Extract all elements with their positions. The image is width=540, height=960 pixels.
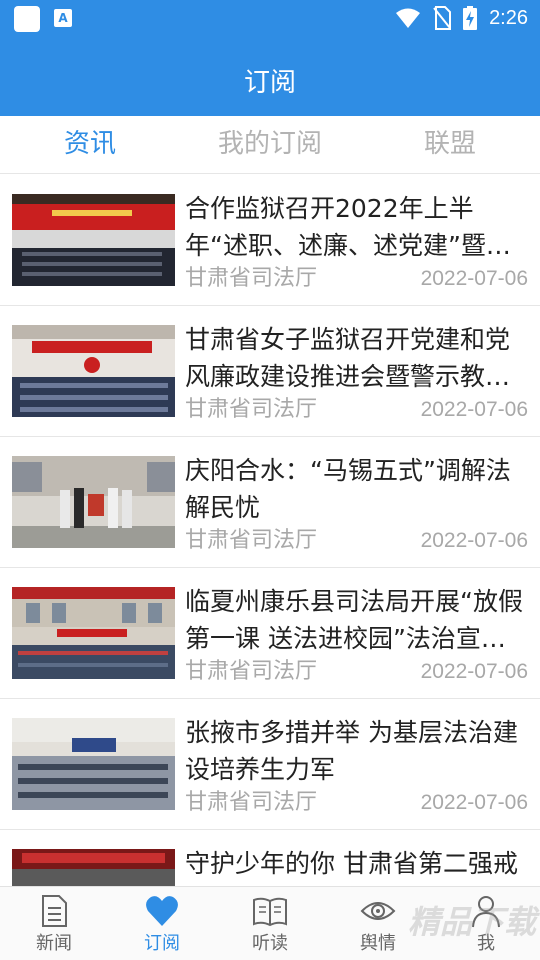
article-date: 2022-07-06 [420, 267, 528, 290]
article-date: 2022-07-06 [420, 791, 528, 814]
article-title: 守护少年的你 甘肃省第二强戒 [185, 849, 518, 878]
article-thumbnail [12, 325, 175, 417]
nav-subscribe[interactable]: 订阅 [108, 887, 216, 960]
status-bar: A 2:26 [0, 0, 540, 36]
article-item[interactable]: 张掖市多措并举 为基层法治建设培养生力军 甘肃省司法厅 2022-07-06 [0, 699, 540, 830]
article-item[interactable]: 庆阳合水：“马锡五式”调解法解民忧 甘肃省司法厅 2022-07-06 [0, 437, 540, 568]
article-date: 2022-07-06 [420, 660, 528, 683]
tab-news-feed[interactable]: 资讯 [0, 126, 180, 162]
watermark-logo: 精品下载 [407, 903, 536, 941]
wifi-icon [396, 8, 421, 28]
nav-label: 听读 [252, 933, 288, 954]
nav-label: 新闻 [36, 933, 72, 954]
article-thumbnail [12, 194, 175, 286]
nav-label: 订阅 [144, 933, 180, 954]
article-title: 庆阳合水：“马锡五式”调解法解民忧 [185, 456, 511, 522]
tab-bar: 资讯 我的订阅 联盟 [0, 116, 540, 174]
no-sim-icon [433, 6, 452, 30]
battery-charging-icon [463, 6, 478, 30]
bottom-navigation: 新闻 订阅 听读 舆情 我 精品下载 [0, 886, 540, 960]
page-title: 订阅 [243, 68, 296, 98]
news-document-icon [42, 895, 67, 927]
article-source: 甘肃省司法厅 [185, 659, 318, 684]
article-item[interactable]: 甘肃省女子监狱召开党建和党风廉政建设推进会暨警示教… 甘肃省司法厅 2022-0… [0, 306, 540, 437]
open-book-icon [253, 897, 287, 927]
nav-listen[interactable]: 听读 [216, 887, 324, 960]
article-title: 张掖市多措并举 为基层法治建设培养生力军 [185, 718, 518, 784]
keyboard-a-icon: A [54, 9, 72, 27]
app-notification-icon [14, 6, 40, 32]
article-title: 甘肃省女子监狱召开党建和党风廉政建设推进会暨警示教… [185, 325, 511, 391]
article-source: 甘肃省司法厅 [185, 397, 318, 422]
article-source: 甘肃省司法厅 [185, 266, 318, 291]
article-thumbnail [12, 456, 175, 548]
article-title: 临夏州康乐县司法局开展“放假第一课 送法进校园”法治宣… [185, 587, 523, 653]
heart-icon [146, 896, 178, 926]
article-date: 2022-07-06 [420, 398, 528, 421]
article-title: 合作监狱召开2022年上半年“述职、述廉、述党建”暨… [185, 194, 511, 260]
article-date: 2022-07-06 [420, 529, 528, 552]
clock: 2:26 [489, 6, 528, 29]
article-thumbnail [12, 849, 175, 886]
eye-icon [360, 902, 396, 920]
article-item[interactable]: 合作监狱召开2022年上半年“述职、述廉、述党建”暨… 甘肃省司法厅 2022-… [0, 175, 540, 306]
status-icons: 2:26 [395, 4, 528, 32]
article-thumbnail [12, 587, 175, 679]
article-list: 合作监狱召开2022年上半年“述职、述廉、述党建”暨… 甘肃省司法厅 2022-… [0, 175, 540, 886]
tab-alliance[interactable]: 联盟 [360, 126, 540, 162]
article-item[interactable]: 临夏州康乐县司法局开展“放假第一课 送法进校园”法治宣… 甘肃省司法厅 2022… [0, 568, 540, 699]
tab-my-subscriptions[interactable]: 我的订阅 [180, 126, 360, 162]
article-source: 甘肃省司法厅 [185, 790, 318, 815]
article-item[interactable]: 守护少年的你 甘肃省第二强戒 [0, 830, 540, 886]
nav-news[interactable]: 新闻 [0, 887, 108, 960]
app-header: 订阅 [0, 36, 540, 116]
article-source: 甘肃省司法厅 [185, 528, 318, 553]
article-thumbnail [12, 718, 175, 810]
